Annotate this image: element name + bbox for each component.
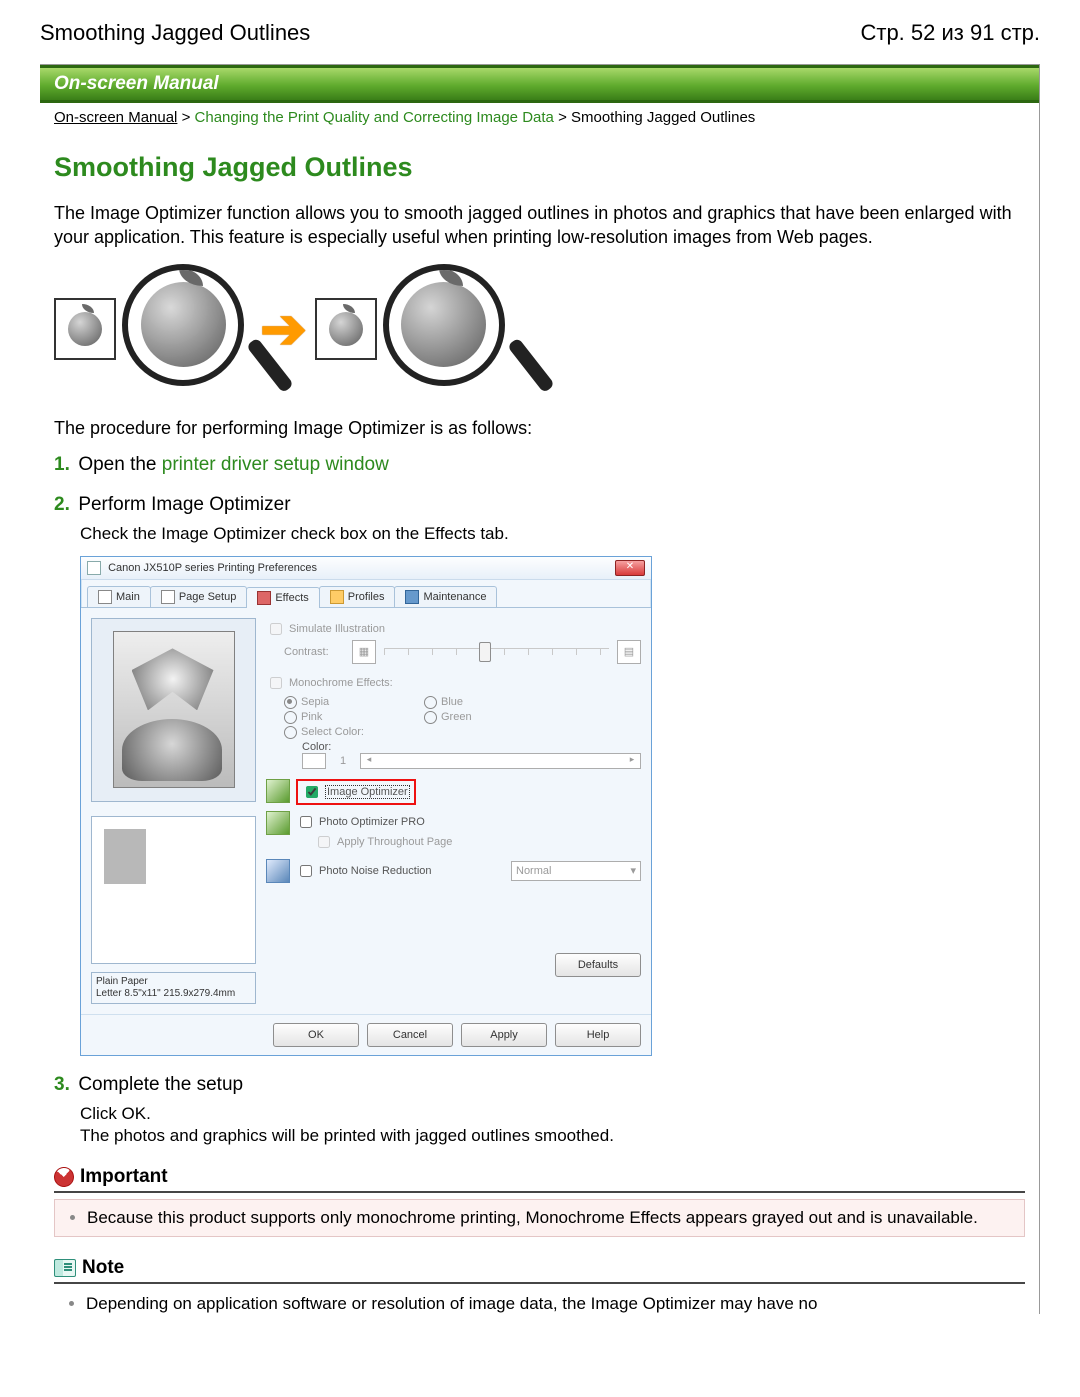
- step-3: 3. Complete the setup Click OK. The phot…: [54, 1074, 1025, 1146]
- defaults-button[interactable]: Defaults: [555, 953, 641, 977]
- contrast-low-icon: ▦: [352, 640, 376, 664]
- radio-sepia[interactable]: Sepia: [284, 696, 364, 709]
- before-magnified: [122, 264, 252, 394]
- radio-pink[interactable]: Pink: [284, 711, 364, 724]
- breadcrumb-current: Smoothing Jagged Outlines: [571, 109, 755, 126]
- step-number: 1.: [54, 454, 70, 475]
- photo-noise-reduction-checkbox[interactable]: Photo Noise Reduction: [296, 862, 432, 880]
- dialog-tabs: Main Page Setup Effects Profiles Mainten…: [81, 580, 651, 608]
- profiles-icon: [330, 590, 344, 604]
- procedure-lead: The procedure for performing Image Optim…: [54, 416, 1025, 440]
- noise-level-combo[interactable]: Normal▾: [511, 861, 641, 881]
- step-2: 2. Perform Image Optimizer Check the Ima…: [54, 494, 1025, 1056]
- important-heading: Important: [54, 1164, 1025, 1193]
- page-counter: Стр. 52 из 91 стр.: [860, 20, 1040, 46]
- step-1: 1. Open the printer driver setup window: [54, 454, 1025, 476]
- cancel-button[interactable]: Cancel: [367, 1023, 453, 1047]
- breadcrumb-parent[interactable]: Changing the Print Quality and Correctin…: [195, 109, 554, 126]
- breadcrumb: On-screen Manual > Changing the Print Qu…: [40, 103, 1039, 138]
- note-item: Depending on application software or res…: [86, 1294, 1013, 1314]
- close-button[interactable]: ✕: [615, 560, 645, 576]
- tab-effects[interactable]: Effects: [246, 587, 319, 608]
- before-after-illustration: ➔: [54, 264, 1025, 394]
- tab-page-setup[interactable]: Page Setup: [150, 586, 248, 607]
- manual-banner: On-screen Manual: [40, 65, 1039, 103]
- page-setup-icon: [161, 590, 175, 604]
- color-scrollbar[interactable]: ◂▸: [360, 753, 641, 769]
- printer-icon: [87, 561, 101, 575]
- dialog-title: Canon JX510P series Printing Preferences: [87, 561, 317, 575]
- chevron-down-icon: ▾: [630, 864, 636, 877]
- note-heading: Note: [54, 1255, 1025, 1284]
- contrast-label: Contrast:: [284, 646, 344, 658]
- step-title: Perform Image Optimizer: [78, 494, 290, 515]
- breadcrumb-root[interactable]: On-screen Manual: [54, 109, 177, 126]
- image-optimizer-checkbox[interactable]: [306, 786, 318, 798]
- photo-optimizer-pro-checkbox[interactable]: Photo Optimizer PRO: [296, 813, 452, 831]
- monochrome-effects-checkbox[interactable]: Monochrome Effects:: [266, 674, 641, 692]
- after-thumbnail: [315, 298, 377, 360]
- person-icon: [405, 590, 419, 604]
- radio-green[interactable]: Green: [424, 711, 472, 724]
- noise-reduction-icon: [266, 859, 290, 883]
- intro-paragraph: The Image Optimizer function allows you …: [54, 201, 1025, 250]
- simulate-illustration-checkbox[interactable]: Simulate Illustration: [266, 620, 641, 638]
- step-description: Check the Image Optimizer check box on t…: [80, 524, 1025, 544]
- color-number: 1: [332, 755, 354, 767]
- note-icon: [54, 1259, 76, 1277]
- paper-info: Plain Paper Letter 8.5"x11" 215.9x279.4m…: [91, 972, 256, 1004]
- contrast-slider[interactable]: [384, 648, 609, 655]
- apply-throughout-page-checkbox[interactable]: Apply Throughout Page: [314, 833, 452, 851]
- preview-page-area: [91, 816, 256, 964]
- image-optimizer-highlight: Image Optimizer: [296, 779, 416, 805]
- tab-main[interactable]: Main: [87, 586, 151, 607]
- step-number: 3.: [54, 1074, 70, 1095]
- printer-driver-setup-link[interactable]: printer driver setup window: [162, 454, 389, 475]
- image-optimizer-icon: [266, 779, 290, 803]
- radio-blue[interactable]: Blue: [424, 696, 472, 709]
- step-description: The photos and graphics will be printed …: [80, 1126, 1025, 1146]
- before-thumbnail: [54, 298, 116, 360]
- ok-button[interactable]: OK: [273, 1023, 359, 1047]
- step-title: Complete the setup: [78, 1074, 243, 1095]
- help-button[interactable]: Help: [555, 1023, 641, 1047]
- radio-select-color[interactable]: Select Color:: [284, 726, 364, 739]
- important-item: Because this product supports only monoc…: [87, 1208, 1012, 1228]
- step-number: 2.: [54, 494, 70, 515]
- preview-image-area: [91, 618, 256, 802]
- color-label: Color:: [302, 741, 641, 753]
- step-description: Click OK.: [80, 1104, 1025, 1124]
- brush-icon: [257, 591, 271, 605]
- tab-maintenance[interactable]: Maintenance: [394, 586, 497, 607]
- page-title: Smoothing Jagged Outlines: [54, 152, 1025, 183]
- contrast-high-icon: ▤: [617, 640, 641, 664]
- apply-button[interactable]: Apply: [461, 1023, 547, 1047]
- after-magnified: [383, 264, 513, 394]
- tab-profiles[interactable]: Profiles: [319, 586, 396, 607]
- doc-title: Smoothing Jagged Outlines: [40, 20, 310, 46]
- photo-optimizer-icon: [266, 811, 290, 835]
- image-optimizer-label: Image Optimizer: [325, 785, 410, 799]
- color-swatch: [302, 753, 326, 769]
- important-icon: [50, 1163, 78, 1191]
- important-box: Because this product supports only monoc…: [54, 1199, 1025, 1237]
- printing-preferences-dialog: Canon JX510P series Printing Preferences…: [80, 556, 652, 1056]
- page-icon: [98, 590, 112, 604]
